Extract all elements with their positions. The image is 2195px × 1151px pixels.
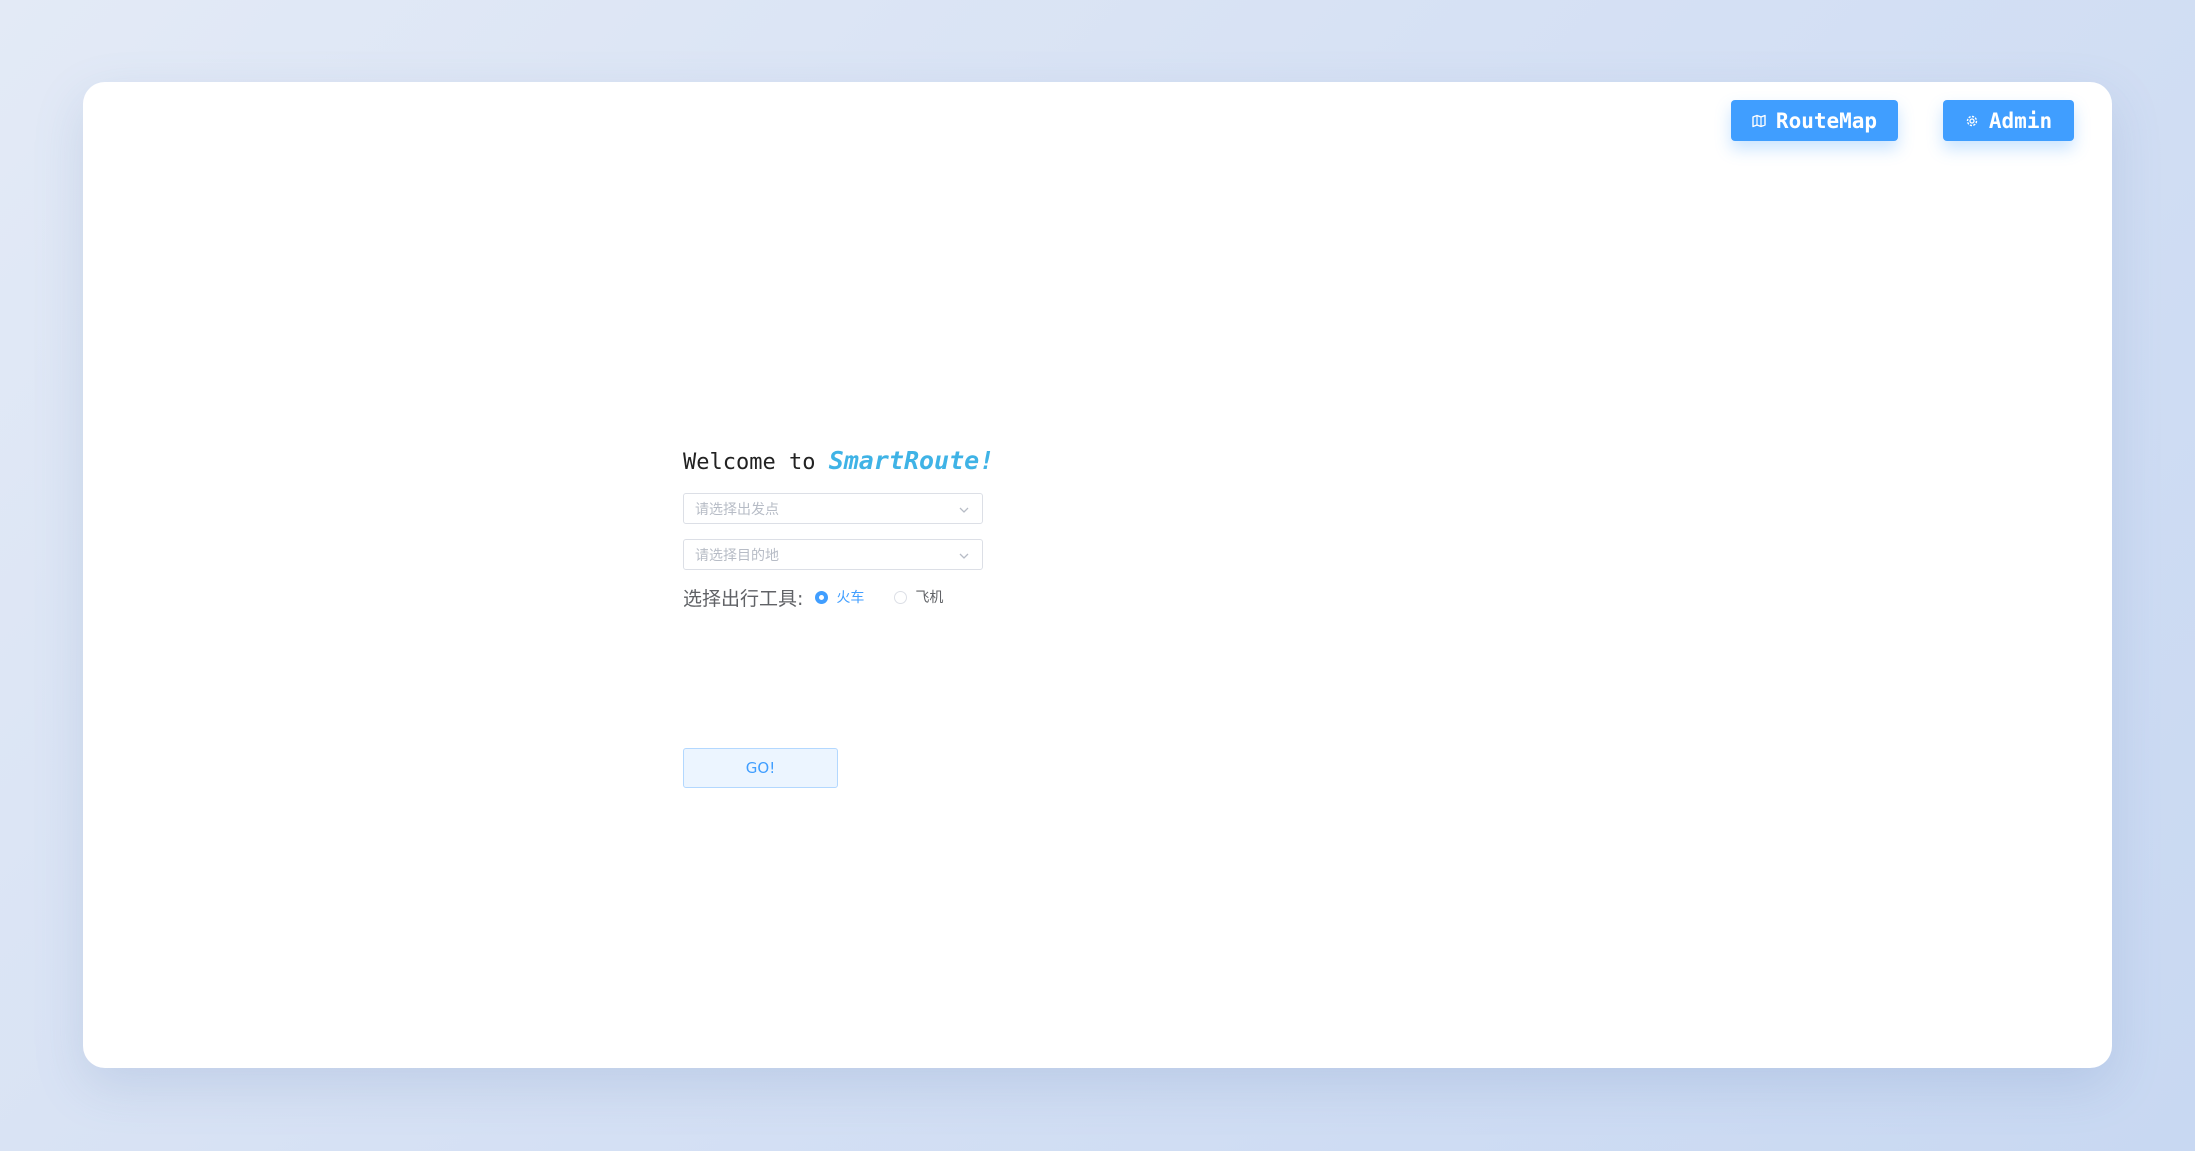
admin-button[interactable]: Admin — [1943, 100, 2074, 141]
destination-placeholder: 请选择目的地 — [695, 547, 779, 564]
radio-train-label: 火车 — [836, 590, 865, 606]
map-icon — [1752, 114, 1766, 128]
go-button[interactable]: GO! — [683, 748, 838, 788]
gear-icon — [1965, 114, 1979, 128]
route-form: Welcome to SmartRoute! 请选择出发点 请选择目的地 选择出… — [683, 444, 995, 788]
destination-select[interactable]: 请选择目的地 — [683, 539, 983, 570]
radio-plane-label: 飞机 — [915, 590, 944, 606]
start-placeholder: 请选择出发点 — [695, 501, 779, 518]
transport-label: 选择出行工具: — [683, 587, 804, 610]
go-button-label: GO! — [745, 759, 776, 777]
radio-train[interactable]: 火车 — [815, 587, 864, 607]
chevron-down-icon — [958, 549, 970, 559]
routemap-label: RouteMap — [1775, 108, 1878, 133]
brand-name: SmartRoute! — [828, 446, 995, 475]
welcome-prefix: Welcome to — [683, 450, 829, 475]
transport-selector: 选择出行工具: 火车 飞机 — [683, 585, 943, 610]
start-select[interactable]: 请选择出发点 — [683, 493, 983, 524]
radio-unchecked-icon — [894, 590, 908, 604]
welcome-heading: Welcome to SmartRoute! — [683, 444, 995, 478]
admin-label: Admin — [1988, 108, 2053, 133]
routemap-button[interactable]: RouteMap — [1731, 100, 1898, 141]
radio-plane[interactable]: 飞机 — [894, 587, 943, 607]
chevron-down-icon — [958, 503, 970, 513]
radio-checked-icon — [815, 590, 829, 604]
main-card: RouteMap Admin Welcome to SmartRoute! 请选… — [83, 82, 2112, 1068]
